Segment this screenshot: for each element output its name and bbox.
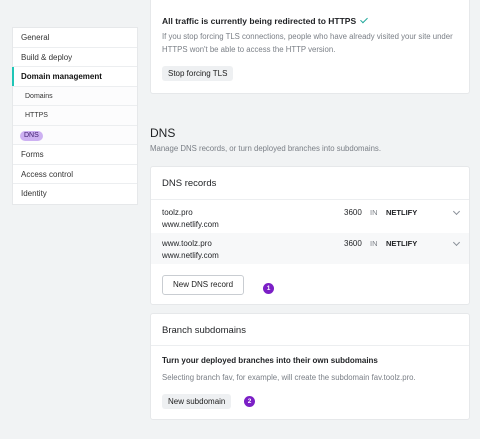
branch-subdomains-description: Selecting branch fav, for example, will …: [162, 373, 416, 382]
sidebar-item-build-deploy[interactable]: Build & deploy: [13, 48, 137, 67]
chevron-down-icon[interactable]: [452, 207, 461, 216]
divider: [151, 345, 469, 346]
record-ttl: 3600: [344, 208, 362, 217]
branch-subdomains-heading: Turn your deployed branches into their o…: [162, 356, 378, 365]
dns-section-title: DNS: [150, 126, 176, 140]
sidebar-item-dns[interactable]: DNS: [13, 125, 137, 145]
new-dns-record-button[interactable]: New DNS record: [162, 275, 245, 295]
sidebar-item-https[interactable]: HTTPS: [13, 106, 137, 126]
settings-sidebar: General Build & deploy Domain management…: [12, 27, 138, 205]
record-type: NETLIFY: [386, 239, 418, 248]
step-badge: 2: [244, 396, 255, 407]
https-description: If you stop forcing TLS connections, peo…: [162, 32, 453, 54]
dns-record-row[interactable]: toolz.pro www.netlify.com 3600 IN NETLIF…: [151, 201, 469, 232]
stop-forcing-tls-button[interactable]: Stop forcing TLS: [162, 66, 234, 81]
sidebar-item-general[interactable]: General: [13, 28, 137, 48]
record-value: www.netlify.com: [162, 220, 219, 229]
dns-section-subtitle: Manage DNS records, or turn deployed bra…: [150, 144, 382, 153]
divider: [151, 199, 469, 200]
dns-records-title: DNS records: [162, 178, 217, 189]
record-class: IN: [370, 239, 378, 248]
branch-subdomains-title: Branch subdomains: [162, 325, 246, 336]
new-subdomain-button[interactable]: New subdomain: [162, 394, 232, 409]
dns-records-card: DNS records toolz.pro www.netlify.com 36…: [150, 166, 470, 305]
https-card: All traffic is currently being redirecte…: [150, 0, 470, 94]
record-class: IN: [370, 208, 378, 217]
sidebar-item-domains[interactable]: Domains: [13, 86, 137, 106]
sidebar-item-identity[interactable]: Identity: [13, 184, 137, 204]
check-icon: [359, 15, 368, 24]
https-status-text: All traffic is currently being redirecte…: [162, 16, 357, 26]
record-name: toolz.pro: [162, 208, 193, 217]
chevron-down-icon[interactable]: [452, 238, 461, 247]
record-type: NETLIFY: [386, 208, 418, 217]
sidebar-item-access-control[interactable]: Access control: [13, 165, 137, 184]
record-name: www.toolz.pro: [162, 239, 212, 248]
sidebar-item-forms[interactable]: Forms: [13, 145, 137, 165]
record-value: www.netlify.com: [162, 251, 219, 260]
sidebar-item-dns-label: DNS: [20, 130, 43, 141]
dns-record-row[interactable]: www.toolz.pro www.netlify.com 3600 IN NE…: [151, 233, 469, 264]
record-ttl: 3600: [344, 239, 362, 248]
sidebar-item-domain-management[interactable]: Domain management: [12, 67, 137, 87]
https-status-line: All traffic is currently being redirecte…: [162, 15, 368, 26]
branch-subdomains-card: Branch subdomains Turn your deployed bra…: [150, 313, 470, 420]
step-badge: 1: [263, 283, 274, 294]
